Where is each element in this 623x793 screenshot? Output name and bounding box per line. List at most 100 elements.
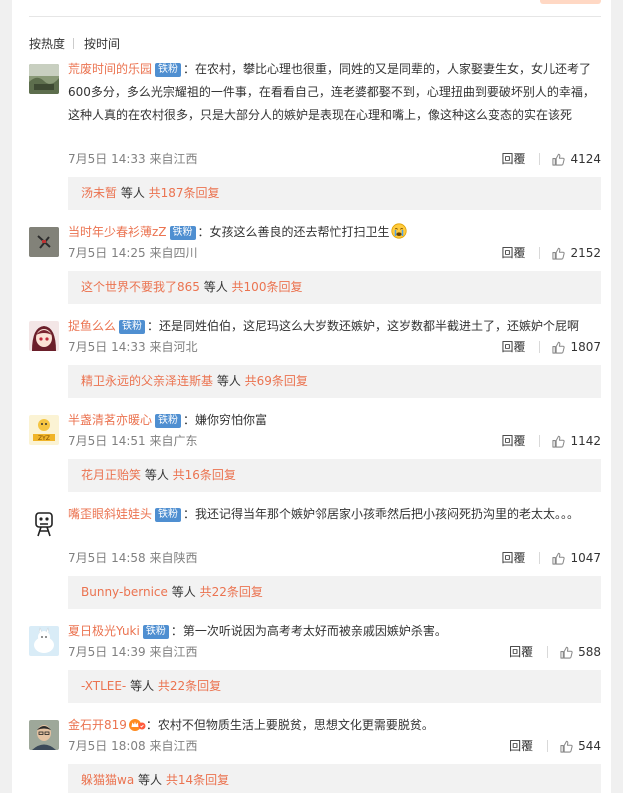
reply-username-link[interactable]: 精卫永远的父亲泽连斯基	[81, 374, 213, 388]
like-button[interactable]: 588	[560, 644, 601, 660]
replies-connector: 等人	[167, 585, 200, 599]
thumbs-up-icon	[552, 435, 566, 448]
action-divider	[547, 740, 549, 752]
reply-username-link[interactable]: 躲猫猫wa	[81, 773, 134, 787]
username-link[interactable]: 当时年少春衫薄zZ	[68, 225, 167, 239]
comment-card: 按热度 按时间 荒废时间的乐园 铁粉 ：在农村，攀比心理也很重，同姓的又是同辈的，人…	[12, 0, 611, 793]
like-count: 2152	[570, 246, 601, 260]
reply-button[interactable]: 回覆	[501, 245, 525, 261]
fan-badge: 铁粉	[169, 226, 196, 240]
timestamp: 7月5日 14:25 来自四川	[68, 246, 198, 260]
replies-connector: 等人	[141, 468, 173, 482]
replies-preview[interactable]: -XTLEE- 等人 共22条回复	[68, 670, 601, 703]
username-link[interactable]: 金石开819	[68, 718, 127, 732]
avatar[interactable]	[29, 626, 59, 656]
replies-preview[interactable]: Bunny-bernice 等人 共22条回复	[68, 576, 601, 609]
reply-button[interactable]: 回覆	[501, 550, 525, 566]
comment-text: ：农村不但物质生活上要脱贫，思想文化更需要脱贫。	[145, 718, 434, 732]
like-count: 1807	[570, 340, 601, 354]
comment-body: 夏日极光Yuki 铁粉 ：第一次听说因为高考考太好而被亲戚因嫉妒杀害。	[68, 620, 596, 643]
crown-badge-icon	[128, 717, 146, 740]
timestamp: 7月5日 14:39 来自江西	[68, 645, 198, 659]
sort-by-hot-tab[interactable]: 按热度	[29, 35, 65, 52]
thumbs-up-icon	[560, 740, 573, 753]
reply-button[interactable]: 回覆	[501, 433, 525, 449]
timestamp: 7月5日 14:58 来自陕西	[68, 551, 198, 565]
comment-meta: 7月5日 14:25 来自四川 回覆 2152	[68, 245, 601, 261]
top-action-button[interactable]	[540, 0, 601, 4]
sort-by-time-tab[interactable]: 按时间	[84, 35, 120, 52]
replies-preview[interactable]: 躲猫猫wa 等人 共14条回复	[68, 764, 601, 793]
avatar[interactable]	[29, 321, 59, 351]
action-divider	[539, 435, 541, 447]
comment-meta: 7月5日 14:33 来自河北 回覆 1807	[68, 339, 601, 355]
crying-face-icon	[390, 223, 407, 247]
thumbs-up-icon	[552, 341, 566, 354]
fan-badge: 铁粉	[119, 320, 146, 334]
like-button[interactable]: 1142	[552, 433, 601, 449]
like-count: 4124	[570, 152, 601, 166]
username-link[interactable]: 荒废时间的乐园	[68, 62, 152, 76]
username-link[interactable]: 夏日极光Yuki	[68, 624, 140, 638]
replies-count-link[interactable]: 共69条回复	[245, 374, 308, 388]
comment-body: 捉鱼么么 铁粉 ：还是同姓伯伯，这尼玛这么大岁数还嫉妒，这岁数都半截进土了，还嫉妒个…	[68, 315, 596, 338]
reply-username-link[interactable]: Bunny-bernice	[81, 585, 168, 599]
action-divider	[539, 341, 541, 353]
reply-username-link[interactable]: 花月正贻笑	[81, 468, 141, 482]
thumbs-up-icon	[552, 153, 566, 166]
replies-count-link[interactable]: 共100条回复	[232, 280, 303, 294]
like-button[interactable]: 1047	[552, 550, 601, 566]
comment-meta: 7月5日 14:51 来自广东 回覆 1142	[68, 433, 601, 449]
like-button[interactable]: 4124	[552, 151, 601, 167]
like-button[interactable]: 1807	[552, 339, 601, 355]
username-link[interactable]: 捉鱼么么	[68, 319, 116, 333]
comment-text: ：嫌你穷怕你富	[183, 413, 268, 427]
replies-count-link[interactable]: 共22条回复	[200, 585, 263, 599]
reply-username-link[interactable]: 汤未暂	[81, 186, 117, 200]
replies-count-link[interactable]: 共14条回复	[166, 773, 229, 787]
avatar[interactable]	[29, 720, 59, 750]
replies-preview[interactable]: 汤未暂 等人 共187条回复	[68, 177, 601, 210]
replies-connector: 等人	[134, 773, 166, 787]
replies-count-link[interactable]: 共187条回复	[149, 186, 220, 200]
reply-button[interactable]: 回覆	[509, 644, 533, 660]
like-button[interactable]: 2152	[552, 245, 601, 261]
thumbs-up-icon	[560, 646, 573, 659]
replies-preview[interactable]: 花月正贻笑 等人 共16条回复	[68, 459, 601, 492]
replies-preview[interactable]: 精卫永远的父亲泽连斯基 等人 共69条回复	[68, 365, 601, 398]
action-divider	[539, 153, 541, 165]
reply-button[interactable]: 回覆	[501, 151, 525, 167]
username-link[interactable]: 半盏清茗亦暖心	[68, 413, 152, 427]
fan-badge: 铁粉	[155, 63, 182, 77]
reply-username-link[interactable]: 这个世界不要我了865	[81, 280, 200, 294]
like-button[interactable]: 544	[560, 738, 601, 754]
like-count: 1047	[570, 551, 601, 565]
svg-text:ZYZ: ZYZ	[38, 435, 50, 442]
action-divider	[547, 646, 549, 658]
comment-body: 嘴歪眼斜娃娃头 铁粉 ：我还记得当年那个嫉妒邻居家小孩乖然后把小孩闷死扔沟里的老太太…	[68, 503, 596, 526]
reply-username-link[interactable]: -XTLEE-	[81, 679, 126, 693]
avatar[interactable]	[29, 227, 59, 257]
fan-badge: 铁粉	[155, 414, 182, 428]
timestamp: 7月5日 14:33 来自河北	[68, 340, 198, 354]
reply-button[interactable]: 回覆	[501, 339, 525, 355]
comment-text: ：女孩这么善良的还去帮忙打扫卫生	[197, 225, 390, 239]
username-link[interactable]: 嘴歪眼斜娃娃头	[68, 507, 152, 521]
replies-preview[interactable]: 这个世界不要我了865 等人 共100条回复	[68, 271, 601, 304]
comment-body: 金石开819 ：农村不但物质生活上要脱贫，思想文化更需要脱贫。	[68, 714, 596, 740]
avatar[interactable]: ZYZ	[29, 415, 59, 445]
fan-badge: 铁粉	[142, 625, 169, 639]
avatar[interactable]	[29, 64, 59, 94]
replies-connector: 等人	[117, 186, 149, 200]
fan-badge: 铁粉	[155, 508, 182, 522]
action-divider	[539, 552, 541, 564]
sort-bar: 按热度 按时间	[29, 35, 120, 51]
replies-count-link[interactable]: 共22条回复	[158, 679, 221, 693]
avatar[interactable]	[29, 509, 59, 539]
comment-body: 当时年少春衫薄zZ 铁粉 ：女孩这么善良的还去帮忙打扫卫生	[68, 221, 596, 247]
thumbs-up-icon	[552, 552, 566, 565]
replies-connector: 等人	[199, 280, 232, 294]
replies-count-link[interactable]: 共16条回复	[173, 468, 236, 482]
reply-button[interactable]: 回覆	[509, 738, 533, 754]
comment-body: 荒废时间的乐园 铁粉 ：在农村，攀比心理也很重，同姓的又是同辈的，人家娶妻生女，女儿…	[68, 58, 596, 127]
